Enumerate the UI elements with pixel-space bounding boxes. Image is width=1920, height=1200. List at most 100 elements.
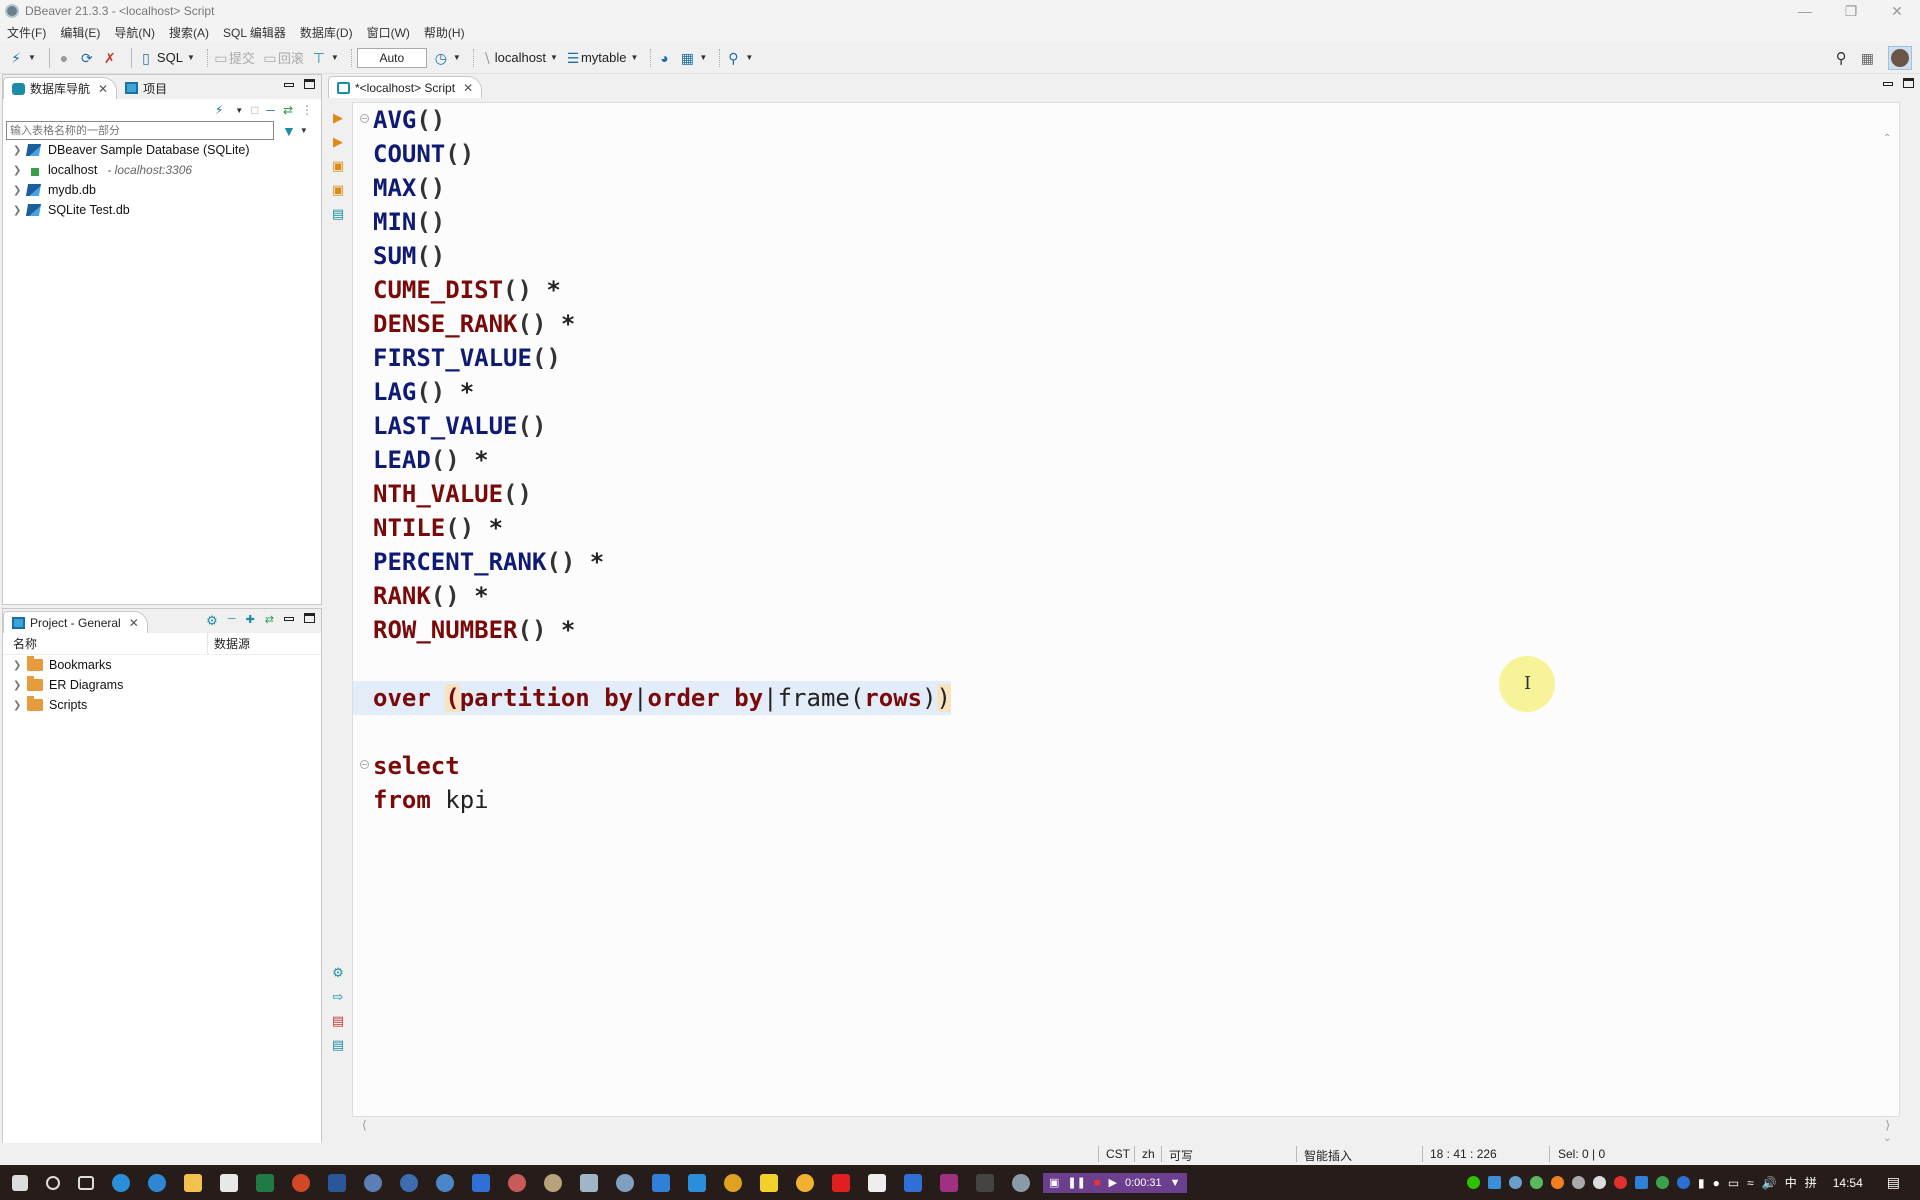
- sigma-app-icon[interactable]: [400, 1173, 418, 1192]
- filter-icon[interactable]: ▼: [282, 123, 296, 139]
- status-insert-mode[interactable]: 智能插入: [1304, 1147, 1352, 1164]
- microphone-icon[interactable]: ●: [1713, 1176, 1720, 1190]
- calendar-icon[interactable]: [472, 1173, 490, 1192]
- problems-icon[interactable]: ▤: [330, 1013, 346, 1029]
- play-icon[interactable]: ▶: [1109, 1176, 1117, 1189]
- maximize-panel-icon[interactable]: [1903, 78, 1914, 88]
- tab-project-general[interactable]: Project - General ✕: [3, 611, 148, 633]
- tree-item-er-diagrams[interactable]: ❯ ER Diagrams: [3, 675, 321, 695]
- erd-button[interactable]: ▦ ▼: [679, 50, 708, 66]
- execute-statement-icon[interactable]: ▶: [330, 110, 346, 126]
- word-icon[interactable]: [328, 1173, 346, 1192]
- tree-item-mydb[interactable]: ❯ mydb.db: [3, 180, 321, 200]
- minimize-panel-icon[interactable]: [284, 83, 294, 87]
- task-view-icon[interactable]: [78, 1175, 94, 1190]
- expand-arrow-icon[interactable]: ❯: [13, 145, 27, 156]
- column-header-name[interactable]: 名称: [3, 633, 208, 654]
- sql-editor-button[interactable]: ▯ SQL ▼: [138, 50, 195, 66]
- tab-database-navigator[interactable]: 数据库导航 ✕: [3, 77, 118, 99]
- purple-app-icon[interactable]: [940, 1173, 958, 1192]
- vpn-app-icon[interactable]: [436, 1173, 454, 1192]
- rollback-button[interactable]: ▭ 回滚: [262, 48, 304, 67]
- store-icon[interactable]: [220, 1173, 238, 1192]
- expand-arrow-icon[interactable]: ❯: [13, 185, 27, 196]
- chevron-down-icon[interactable]: ▼: [550, 53, 558, 62]
- maximize-panel-icon[interactable]: [304, 79, 315, 89]
- vertical-scrollbar[interactable]: ⌃ ⌄: [1883, 131, 1893, 1146]
- new-connection-button[interactable]: ⚡ ▼: [8, 50, 36, 66]
- clock[interactable]: 14:54: [1833, 1176, 1863, 1190]
- emoji-app-icon[interactable]: [796, 1173, 814, 1192]
- chevron-down-icon[interactable]: ▼: [300, 126, 308, 135]
- disconnect-button[interactable]: ✗: [102, 50, 118, 66]
- status-cursor-position[interactable]: 18 : 41 : 226: [1430, 1147, 1497, 1161]
- pause-icon[interactable]: ❚❚: [1067, 1176, 1085, 1189]
- ie-browser-icon[interactable]: [148, 1173, 166, 1192]
- terminal-icon[interactable]: [976, 1173, 994, 1192]
- collapse-icon[interactable]: ─: [228, 613, 236, 629]
- auto-commit-mode[interactable]: Auto: [356, 47, 427, 68]
- variables-icon[interactable]: ▤: [330, 1037, 346, 1053]
- bluetooth-icon[interactable]: [1676, 1176, 1690, 1189]
- scroll-up-icon[interactable]: ⌃: [1883, 133, 1891, 144]
- horizontal-scrollbar[interactable]: ⟨ ⟩: [352, 1118, 1900, 1132]
- expand-arrow-icon[interactable]: ❯: [13, 165, 27, 176]
- link-icon[interactable]: ⇄: [265, 613, 274, 629]
- reconnect-button[interactable]: ⟳: [79, 50, 95, 66]
- minimize-button[interactable]: —: [1782, 0, 1828, 22]
- search-icon[interactable]: [46, 1175, 60, 1190]
- tree-item-localhost[interactable]: ❯ localhost - localhost:3306: [3, 160, 321, 180]
- cloud-icon[interactable]: [1592, 1176, 1606, 1189]
- youtube-icon[interactable]: [832, 1173, 850, 1192]
- menu-file[interactable]: 文件(F): [7, 24, 46, 41]
- recorder-menu-icon[interactable]: ▼: [1170, 1177, 1181, 1189]
- search-tool-button[interactable]: ⚲ ▼: [725, 50, 753, 66]
- execute-script-new-tab-icon[interactable]: ▣: [330, 182, 346, 198]
- r-icon[interactable]: [364, 1173, 382, 1192]
- stop-icon[interactable]: ■: [1094, 1177, 1101, 1189]
- new-folder-icon[interactable]: □: [251, 103, 258, 117]
- network-app-icon[interactable]: [616, 1173, 634, 1192]
- active-schema-selector[interactable]: ☰ mytable ▼: [565, 50, 639, 66]
- chevron-down-icon[interactable]: ▼: [453, 53, 461, 62]
- maximize-panel-icon[interactable]: [304, 613, 315, 623]
- volume-icon[interactable]: 🔊: [1762, 1176, 1777, 1190]
- close-icon[interactable]: ✕: [463, 81, 473, 95]
- menu-navigate[interactable]: 导航(N): [114, 24, 155, 41]
- edge-browser-icon[interactable]: [112, 1173, 130, 1192]
- expand-arrow-icon[interactable]: ❯: [13, 680, 27, 691]
- connect-button[interactable]: ●: [56, 50, 72, 66]
- global-search-icon[interactable]: ⚲: [1836, 49, 1847, 67]
- tree-item-scripts[interactable]: ❯ Scripts: [3, 695, 321, 715]
- close-icon[interactable]: ✕: [129, 616, 139, 630]
- x-app-icon[interactable]: [904, 1173, 922, 1192]
- security-shield-icon[interactable]: [1655, 1176, 1669, 1189]
- open-perspective-icon[interactable]: ▦: [1861, 50, 1874, 67]
- notification-center-icon[interactable]: ▤: [1887, 1174, 1900, 1191]
- tray-app-icon[interactable]: [1571, 1176, 1585, 1189]
- tab-projects[interactable]: 项目: [117, 77, 175, 99]
- new-connection-icon[interactable]: ⚡: [215, 103, 223, 117]
- minimize-panel-icon[interactable]: [284, 617, 294, 621]
- paint-app-icon[interactable]: [508, 1173, 526, 1192]
- powerpoint-icon[interactable]: [292, 1173, 310, 1192]
- network-tool-icon[interactable]: [1508, 1176, 1522, 1189]
- wifi-icon[interactable]: ≈: [1747, 1176, 1754, 1190]
- blue-app-icon[interactable]: [1634, 1176, 1648, 1189]
- link-editor-icon[interactable]: ⇄: [283, 103, 293, 117]
- chevron-down-icon[interactable]: ▼: [187, 53, 195, 62]
- menu-window[interactable]: 窗口(W): [367, 24, 410, 41]
- color-app-icon[interactable]: [1529, 1176, 1543, 1189]
- red-app-icon[interactable]: [1613, 1176, 1627, 1189]
- wechat-icon[interactable]: [1466, 1176, 1480, 1189]
- code-editor[interactable]: − AVG() COUNT() MAX() MIN() SUM() CUME_DIST() …: [352, 102, 1900, 1144]
- chevron-down-icon[interactable]: ▼: [699, 53, 707, 62]
- ime-mode[interactable]: 拼: [1805, 1174, 1817, 1191]
- active-datasource-selector[interactable]: ∖ localhost ▼: [479, 50, 558, 66]
- transaction-mode-button[interactable]: ⊤ ▼: [311, 50, 339, 66]
- export-icon[interactable]: ⇨: [330, 989, 346, 1005]
- notepad-icon[interactable]: [580, 1173, 598, 1192]
- chevron-down-icon[interactable]: ▼: [235, 106, 243, 115]
- settings-gear-icon[interactable]: ⚙: [206, 613, 218, 629]
- excel-icon[interactable]: [256, 1173, 274, 1192]
